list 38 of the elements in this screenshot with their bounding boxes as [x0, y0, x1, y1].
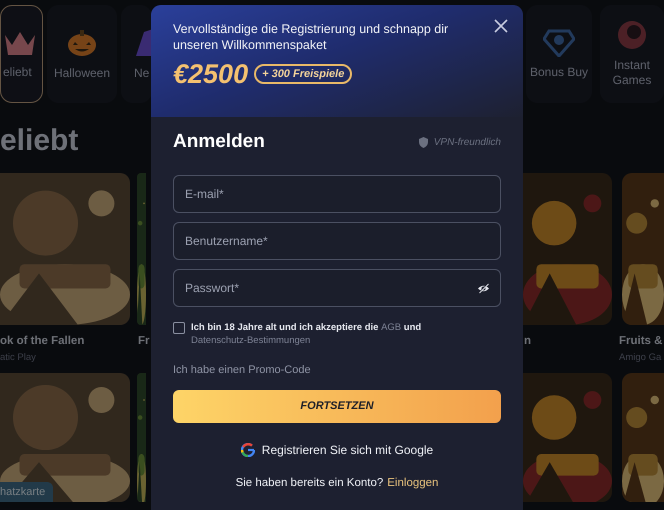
input-field[interactable]: Benutzername*: [173, 222, 501, 260]
game-title[interactable]: Fruits &: [619, 333, 664, 349]
game-title[interactable]: ok of the Fallen: [0, 333, 130, 349]
consent-checkbox[interactable]: [173, 322, 185, 334]
privacy-link[interactable]: Datenschutz-Bestimmungen: [191, 335, 310, 346]
category-tab[interactable]: Ne: [121, 5, 152, 103]
category-tab[interactable]: Instant Games: [600, 5, 664, 103]
category-tab[interactable]: Halloween: [47, 5, 117, 103]
promo-code-link[interactable]: Ich habe einen Promo-Code: [173, 362, 311, 378]
submit-button[interactable]: FORTSETZEN: [173, 390, 501, 422]
input-field[interactable]: Passwort*: [173, 269, 501, 307]
google-signup-button[interactable]: Registrieren Sie sich mit Google: [240, 440, 434, 458]
game-title[interactable]: n: [524, 333, 612, 349]
category-tab[interactable]: Bonus Buy: [526, 5, 592, 103]
game-provider: Amigo Ga: [619, 351, 662, 365]
promo-text: Vervollständige die Registrierung und schnapp dir unseren Willkommenspaket: [173, 21, 450, 53]
login-prompt: Sie haben bereits ein Konto?: [236, 476, 384, 490]
diamond-icon: [543, 28, 575, 56]
close-icon: [493, 18, 509, 34]
dialog-title: Anmelden: [173, 130, 265, 154]
coin-icon: [617, 20, 647, 50]
game-provider: atic Play: [0, 351, 37, 365]
input-field[interactable]: E-mail*: [173, 175, 501, 213]
shield-icon: [418, 136, 428, 148]
game-badge: hatzkarte: [0, 482, 54, 502]
pumpkin-icon: [67, 28, 97, 58]
google-icon: [240, 442, 255, 456]
bonus-amount: €2500: [173, 58, 248, 91]
login-link[interactable]: Einloggen: [387, 474, 438, 492]
section-heading: eliebt: [0, 126, 78, 156]
vpn-note: VPN-freundlich: [434, 136, 501, 150]
consent-text: Ich bin 18 Jahre alt und ich akzeptiere die AGB und Datenschutz-Bestimmungen: [191, 321, 422, 347]
close-button[interactable]: [493, 18, 509, 34]
game-title[interactable]: Fr: [138, 333, 152, 349]
category-tab[interactable]: eliebt: [0, 5, 43, 103]
terms-link[interactable]: AGB: [381, 322, 402, 333]
hidden-eye-icon[interactable]: [477, 283, 490, 294]
free-spins-badge: + 300 Freispiele: [254, 64, 352, 84]
